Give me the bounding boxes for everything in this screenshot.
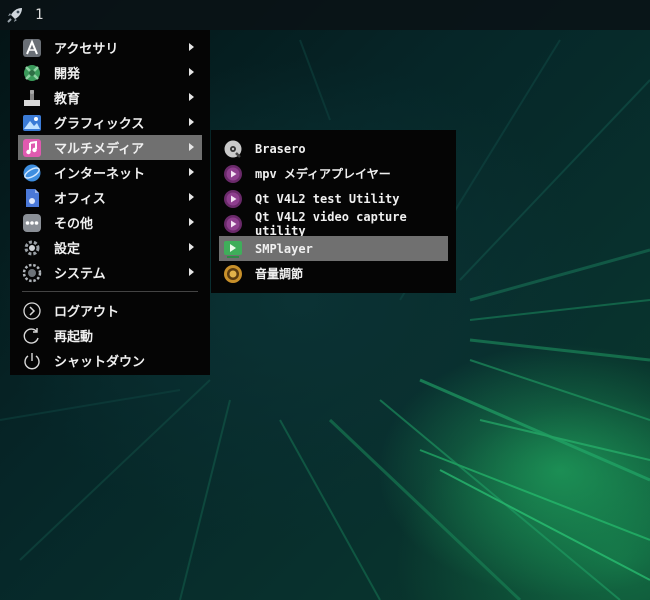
menu-item-reboot[interactable]: 再起動 <box>18 323 202 348</box>
submenu-item-label: Qt V4L2 test Utility <box>255 191 400 206</box>
education-icon <box>22 88 42 108</box>
menu-item-label: シャットダウン <box>54 355 146 370</box>
rocket-icon[interactable] <box>0 0 30 30</box>
menu-item-label: マルチメディア <box>54 142 145 157</box>
menu-item-label: 教育 <box>54 92 81 107</box>
menu-item-label: ログアウト <box>54 305 120 320</box>
submenu-arrow-icon <box>189 118 194 126</box>
logout-icon <box>22 301 42 321</box>
submenu-item-mpv[interactable]: mpv メディアプレイヤー <box>219 161 448 186</box>
internet-icon <box>22 163 42 183</box>
submenu-arrow-icon <box>189 43 194 51</box>
multimedia-icon <box>22 138 42 158</box>
submenu-item-label: Brasero <box>255 141 306 156</box>
development-icon <box>22 63 42 83</box>
submenu-item-label: SMPlayer <box>255 241 313 256</box>
menu-item-multimedia[interactable]: マルチメディア <box>18 135 202 160</box>
menu-item-office[interactable]: オフィス <box>18 185 202 210</box>
multimedia-submenu: Brasero mpv メディアプレイヤー Qt V4L2 test Utili… <box>211 130 456 293</box>
menu-item-education[interactable]: 教育 <box>18 85 202 110</box>
submenu-arrow-icon <box>189 68 194 76</box>
settings-icon <box>22 238 42 258</box>
media-player-icon <box>223 214 243 234</box>
menu-item-development[interactable]: 開発 <box>18 60 202 85</box>
workspace-indicator[interactable]: 1 <box>35 7 43 23</box>
submenu-item-brasero[interactable]: Brasero <box>219 136 448 161</box>
menu-item-label: 開発 <box>54 67 81 82</box>
media-player-icon <box>223 189 243 209</box>
smplayer-icon <box>223 239 243 259</box>
submenu-item-volume-control[interactable]: 音量調節 <box>219 261 448 286</box>
submenu-item-smplayer[interactable]: SMPlayer <box>219 236 448 261</box>
graphics-icon <box>22 113 42 133</box>
submenu-item-label: mpv メディアプレイヤー <box>255 167 391 181</box>
application-menu: アクセサリ 開発 教育 グラフィックス マルチメディア インターネット オフィス… <box>10 30 210 375</box>
menu-item-label: システム <box>54 267 106 282</box>
top-panel: 1 <box>0 0 650 30</box>
menu-item-label: インターネット <box>54 167 146 182</box>
menu-separator <box>22 291 198 292</box>
submenu-arrow-icon <box>189 268 194 276</box>
submenu-arrow-icon <box>189 193 194 201</box>
shutdown-icon <box>22 351 42 371</box>
submenu-item-label: 音量調節 <box>255 267 304 281</box>
submenu-arrow-icon <box>189 218 194 226</box>
submenu-item-qt-v4l2-test[interactable]: Qt V4L2 test Utility <box>219 186 448 211</box>
disc-burner-icon <box>223 139 243 159</box>
office-icon <box>22 188 42 208</box>
menu-item-label: 設定 <box>54 242 81 257</box>
menu-item-internet[interactable]: インターネット <box>18 160 202 185</box>
submenu-item-qt-v4l2-capture[interactable]: Qt V4L2 video capture utility <box>219 209 448 238</box>
other-icon <box>22 213 42 233</box>
menu-item-system[interactable]: システム <box>18 260 202 285</box>
menu-item-graphics[interactable]: グラフィックス <box>18 110 202 135</box>
reboot-icon <box>22 326 42 346</box>
submenu-item-label: Qt V4L2 video capture utility <box>255 209 407 238</box>
volume-control-icon <box>223 264 243 284</box>
menu-item-other[interactable]: その他 <box>18 210 202 235</box>
menu-item-accessories[interactable]: アクセサリ <box>18 35 202 60</box>
menu-item-label: その他 <box>54 217 94 232</box>
media-player-icon <box>223 164 243 184</box>
submenu-arrow-icon <box>189 93 194 101</box>
submenu-arrow-icon <box>189 168 194 176</box>
submenu-arrow-icon <box>189 243 194 251</box>
menu-item-shutdown[interactable]: シャットダウン <box>18 348 202 373</box>
menu-item-label: グラフィックス <box>54 117 145 132</box>
menu-item-label: 再起動 <box>54 330 94 345</box>
menu-item-label: オフィス <box>54 192 106 207</box>
accessories-icon <box>22 38 42 58</box>
menu-item-settings[interactable]: 設定 <box>18 235 202 260</box>
menu-item-label: アクセサリ <box>54 42 119 57</box>
submenu-arrow-icon <box>189 143 194 151</box>
system-icon <box>22 263 42 283</box>
menu-item-logout[interactable]: ログアウト <box>18 298 202 323</box>
